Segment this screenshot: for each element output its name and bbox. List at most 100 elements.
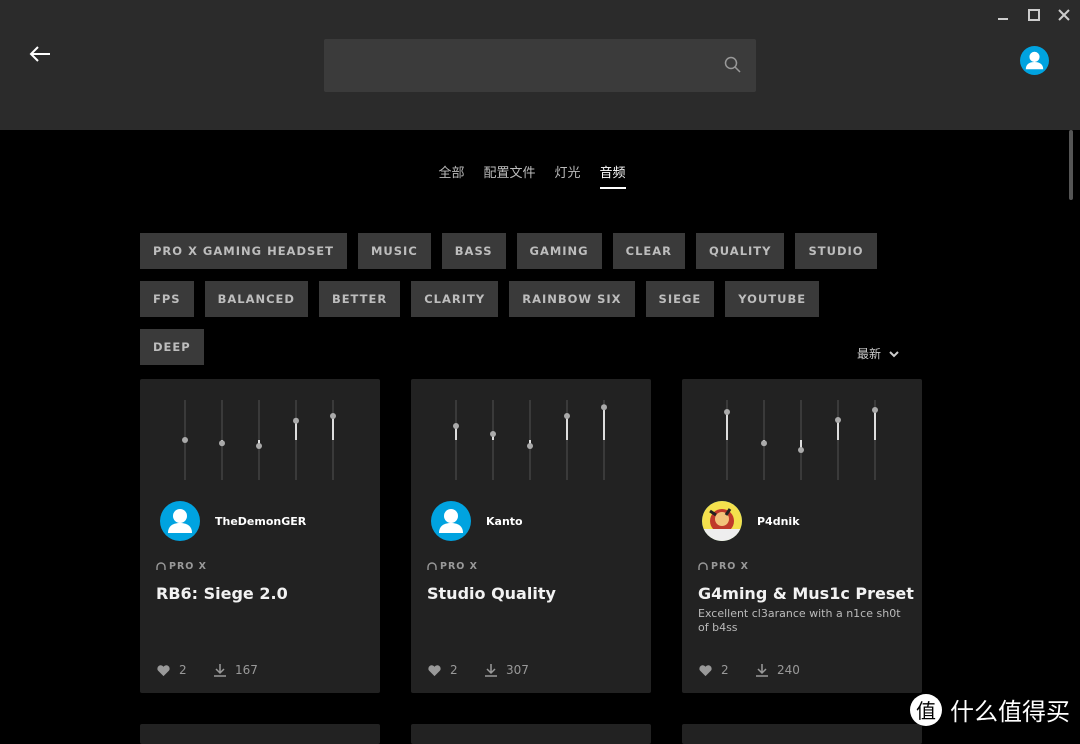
download-icon[interactable] [213,663,227,677]
eq-knob [256,443,262,449]
author-name: Kanto [486,514,523,528]
preset-stats: 2 240 [698,663,809,677]
top-bar [0,0,1080,130]
chevron-down-icon [889,350,899,357]
likes-count: 2 [721,663,729,677]
tag-chip[interactable]: BETTER [318,281,401,317]
tag-chip[interactable]: BASS [441,233,506,269]
tag-chip[interactable]: BALANCED [204,281,308,317]
watermark: 值 什么值得买 [910,692,1070,727]
scrollbar[interactable] [1069,130,1073,200]
device-label: PRO X [427,561,478,572]
user-icon [439,509,463,533]
eq-knob [798,447,804,453]
preset-card[interactable]: Kanto PRO X Studio Quality 2 307 [411,379,651,693]
user-icon [1025,51,1044,70]
eq-knob [724,409,730,415]
download-icon[interactable] [484,663,498,677]
headset-icon [698,562,708,570]
search-icon[interactable] [724,56,742,74]
tab-audio[interactable]: 音频 [599,162,626,189]
watermark-badge: 值 [910,693,942,726]
close-icon[interactable] [1057,8,1071,22]
eq-knob [761,440,767,447]
tag-chip[interactable]: GAMING [516,233,602,269]
eq-knob [527,443,533,449]
author[interactable]: TheDemonGER [160,501,306,541]
user-avatar-button[interactable] [1020,46,1049,75]
category-tabs: 全部 配置文件 灯光 音频 [0,162,1064,189]
eq-knob [601,404,607,411]
eq-knob [453,423,459,429]
downloads-count: 167 [235,663,258,677]
eq-knob [182,437,188,443]
avatar [160,501,200,541]
avatar [431,501,471,541]
downloads-count: 240 [777,663,800,677]
author-name: TheDemonGER [215,514,307,528]
watermark-text: 什么值得买 [950,698,1070,726]
download-icon[interactable] [755,663,769,677]
avatar [702,501,742,541]
eq-knob [835,417,841,423]
tag-chip[interactable]: CLEAR [612,233,686,269]
eq-knob [490,431,496,437]
tag-chip[interactable]: DEEP [140,329,204,365]
likes-count: 2 [179,663,187,677]
tag-filters: PRO X GAMING HEADSET MUSIC BASS GAMING CLEAR… [140,233,880,365]
tag-chip[interactable]: CLARITY [411,281,499,317]
eq-knob [564,413,570,419]
eq-knob [872,407,878,413]
preset-stats: 2 307 [427,663,538,677]
device-name: PRO X [440,561,478,572]
user-photo [702,501,742,541]
preset-description: Excellent cl3arance with a n1ce sh0t of … [698,607,901,634]
tag-chip[interactable]: STUDIO [795,233,877,269]
maximize-icon[interactable] [1027,8,1041,22]
tag-chip[interactable]: YOUTUBE [725,281,820,317]
heart-icon[interactable] [427,664,442,677]
back-arrow-icon[interactable] [28,42,52,66]
tag-chip[interactable]: QUALITY [696,233,785,269]
headset-icon [427,562,437,570]
tag-chip[interactable]: PRO X GAMING HEADSET [140,233,347,269]
tag-chip[interactable]: RAINBOW SIX [509,281,635,317]
search-input[interactable] [324,39,756,92]
author[interactable]: P4dnik [702,501,800,541]
heart-icon[interactable] [698,664,713,677]
equalizer-preview [453,400,607,480]
device-label: PRO X [698,561,749,572]
device-name: PRO X [711,561,749,572]
eq-knob [293,417,299,424]
tag-chip[interactable]: MUSIC [357,233,431,269]
likes-count: 2 [450,663,458,677]
equalizer-preview [182,400,336,480]
preset-title: G4ming & Mus1c Preset [698,584,914,603]
minimize-icon[interactable] [996,8,1010,22]
preset-card[interactable]: P4dnik PRO X G4ming & Mus1c Preset Excellen… [682,379,922,693]
sort-label: 最新 [857,347,882,361]
preset-stats: 2 167 [156,663,267,677]
equalizer-preview [724,400,878,480]
preset-title: Studio Quality [427,584,556,603]
tab-lighting[interactable]: 灯光 [555,162,581,189]
preset-card[interactable]: TheDemonGER PRO X RB6: Siege 2.0 2 167 [140,379,380,693]
preset-card[interactable] [411,724,651,744]
author[interactable]: Kanto [431,501,523,541]
sort-dropdown[interactable]: 最新 [857,345,899,362]
tab-profiles[interactable]: 配置文件 [483,162,535,189]
tag-chip[interactable]: SIEGE [645,281,715,317]
eq-knob [330,413,336,419]
device-name: PRO X [169,561,207,572]
author-name: P4dnik [757,514,800,528]
tag-chip[interactable]: FPS [140,281,194,317]
preset-card[interactable] [140,724,380,744]
preset-card[interactable] [682,724,922,744]
device-label: PRO X [156,561,207,572]
tab-all[interactable]: 全部 [438,162,464,189]
preset-title: RB6: Siege 2.0 [156,584,288,603]
headset-icon [156,562,166,570]
eq-knob [219,440,225,447]
heart-icon[interactable] [156,664,171,677]
downloads-count: 307 [506,663,529,677]
